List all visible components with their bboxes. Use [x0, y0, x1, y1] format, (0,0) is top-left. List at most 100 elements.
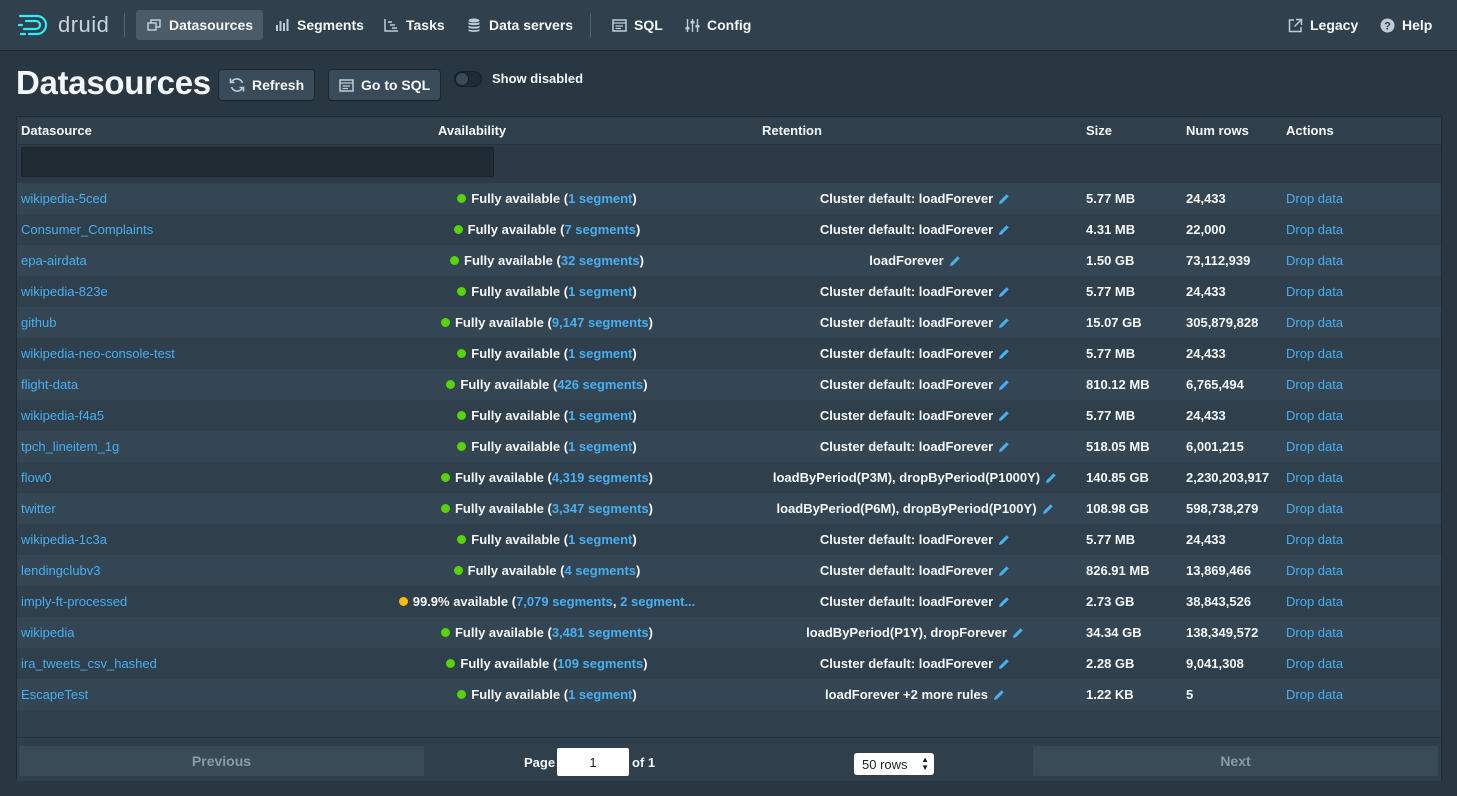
datasource-link[interactable]: imply-ft-processed	[21, 594, 127, 609]
datasource-link[interactable]: wikipedia-823e	[21, 284, 108, 299]
drop-data-link[interactable]: Drop data	[1286, 439, 1343, 454]
availability-text: Fully available (	[454, 501, 552, 516]
previous-page-button[interactable]: Previous	[19, 746, 424, 776]
drop-data-link[interactable]: Drop data	[1286, 625, 1343, 640]
nav-config[interactable]: Config	[674, 10, 761, 40]
column-header-size[interactable]: Size	[1086, 123, 1112, 138]
nav-tasks[interactable]: Tasks	[373, 10, 455, 40]
drop-data-link[interactable]: Drop data	[1286, 222, 1343, 237]
edit-retention-icon[interactable]	[1042, 503, 1054, 518]
retention-cell: loadByPeriod(P1Y), dropForever	[735, 625, 1095, 642]
segments-link[interactable]: 1 segment	[568, 408, 632, 423]
edit-retention-icon[interactable]	[998, 596, 1010, 611]
show-disabled-toggle[interactable]	[454, 71, 482, 87]
status-dot-icon	[457, 690, 467, 699]
drop-data-link[interactable]: Drop data	[1286, 408, 1343, 423]
datasource-link[interactable]: wikipedia-1c3a	[21, 532, 107, 547]
drop-data-link[interactable]: Drop data	[1286, 687, 1343, 702]
edit-retention-icon[interactable]	[949, 255, 961, 270]
edit-retention-icon[interactable]	[998, 286, 1010, 301]
nav-datasources[interactable]: Datasources	[136, 10, 264, 40]
segments-link[interactable]: 1 segment	[568, 687, 632, 702]
nav-help-label: Help	[1402, 17, 1433, 33]
segments-link[interactable]: 4,319 segments	[552, 470, 649, 485]
drop-data-link[interactable]: Drop data	[1286, 532, 1343, 547]
datasource-link[interactable]: wikipedia	[21, 625, 74, 640]
segments-link[interactable]: 1 segment	[568, 439, 632, 454]
drop-data-link[interactable]: Drop data	[1286, 470, 1343, 485]
datasource-link[interactable]: tpch_lineitem_1g	[21, 439, 119, 454]
segments-link[interactable]: 1 segment	[568, 284, 632, 299]
segments-link[interactable]: 1 segment	[568, 346, 632, 361]
drop-data-link[interactable]: Drop data	[1286, 563, 1343, 578]
datasource-link[interactable]: ira_tweets_csv_hashed	[21, 656, 157, 671]
edit-retention-icon[interactable]	[998, 348, 1010, 363]
datasource-link[interactable]: github	[21, 315, 56, 330]
table-row: flight-data Fully available (426 segments…	[17, 369, 1441, 400]
edit-retention-icon[interactable]	[998, 534, 1010, 549]
drop-data-link[interactable]: Drop data	[1286, 191, 1343, 206]
retention-text: loadByPeriod(P1Y), dropForever	[806, 625, 1007, 640]
datasource-link[interactable]: epa-airdata	[21, 253, 87, 268]
drop-data-link[interactable]: Drop data	[1286, 284, 1343, 299]
drop-data-link[interactable]: Drop data	[1286, 346, 1343, 361]
edit-retention-icon[interactable]	[998, 410, 1010, 425]
drop-data-link[interactable]: Drop data	[1286, 656, 1343, 671]
drop-data-link[interactable]: Drop data	[1286, 594, 1343, 609]
column-header-datasource[interactable]: Datasource	[21, 123, 92, 138]
column-header-availability[interactable]: Availability	[438, 123, 506, 138]
druid-logo[interactable]: druid	[18, 11, 109, 39]
edit-retention-icon[interactable]	[1012, 627, 1024, 642]
segments-link[interactable]: 7,079 segments	[516, 594, 613, 609]
edit-retention-icon[interactable]	[998, 193, 1010, 208]
segments-link[interactable]: 1 segment	[568, 532, 632, 547]
datasource-link[interactable]: flight-data	[21, 377, 78, 392]
edit-retention-icon[interactable]	[998, 224, 1010, 239]
next-page-button[interactable]: Next	[1033, 746, 1438, 776]
datasource-link[interactable]: lendingclubv3	[21, 563, 101, 578]
segments-link[interactable]: 9,147 segments	[552, 315, 649, 330]
nav-help[interactable]: ? Help	[1369, 10, 1442, 40]
edit-retention-icon[interactable]	[993, 689, 1005, 704]
retention-cell: Cluster default: loadForever	[735, 594, 1095, 611]
segments-link[interactable]: 4 segments	[564, 563, 636, 578]
edit-retention-icon[interactable]	[998, 441, 1010, 456]
datasource-link[interactable]: twitter	[21, 501, 56, 516]
drop-data-link[interactable]: Drop data	[1286, 253, 1343, 268]
datasource-link[interactable]: flow0	[21, 470, 51, 485]
column-header-actions[interactable]: Actions	[1286, 123, 1334, 138]
nav-data-servers[interactable]: Data servers	[456, 10, 583, 40]
go-to-sql-button[interactable]: Go to SQL	[329, 70, 441, 100]
drop-data-link[interactable]: Drop data	[1286, 501, 1343, 516]
edit-retention-icon[interactable]	[1045, 472, 1057, 487]
segments-link[interactable]: 426 segments	[557, 377, 643, 392]
datasource-link[interactable]: wikipedia-f4a5	[21, 408, 104, 423]
segments-link[interactable]: 32 segments	[561, 253, 640, 268]
drop-data-link[interactable]: Drop data	[1286, 315, 1343, 330]
segments-link[interactable]: 3,481 segments	[552, 625, 649, 640]
datasource-link[interactable]: EscapeTest	[21, 687, 88, 702]
datasource-link[interactable]: wikipedia-5ced	[21, 191, 107, 206]
edit-retention-icon[interactable]	[998, 379, 1010, 394]
datasource-filter-input[interactable]	[21, 147, 494, 177]
nav-segments[interactable]: Segments	[264, 10, 374, 40]
unavailable-segments-link[interactable]: 2 segment...	[620, 594, 695, 609]
nav-sql[interactable]: SQL	[601, 10, 673, 40]
datasource-link[interactable]: wikipedia-neo-console-test	[21, 346, 175, 361]
edit-retention-icon[interactable]	[998, 658, 1010, 673]
edit-retention-icon[interactable]	[998, 317, 1010, 332]
nav-legacy[interactable]: Legacy	[1277, 10, 1368, 40]
segments-link[interactable]: 1 segment	[568, 191, 632, 206]
segments-link[interactable]: 109 segments	[557, 656, 643, 671]
segments-link[interactable]: 7 segments	[564, 222, 636, 237]
show-disabled-label[interactable]: Show disabled	[492, 71, 583, 86]
segments-link[interactable]: 3,347 segments	[552, 501, 649, 516]
datasource-link[interactable]: Consumer_Complaints	[21, 222, 153, 237]
drop-data-link[interactable]: Drop data	[1286, 377, 1343, 392]
column-header-num-rows[interactable]: Num rows	[1186, 123, 1249, 138]
edit-retention-icon[interactable]	[998, 565, 1010, 580]
refresh-button[interactable]: Refresh	[219, 70, 315, 100]
rows-per-page-select[interactable]: 50 rows ▲ ▼	[854, 753, 934, 775]
page-number-input[interactable]	[557, 748, 629, 776]
column-header-retention[interactable]: Retention	[762, 123, 822, 138]
